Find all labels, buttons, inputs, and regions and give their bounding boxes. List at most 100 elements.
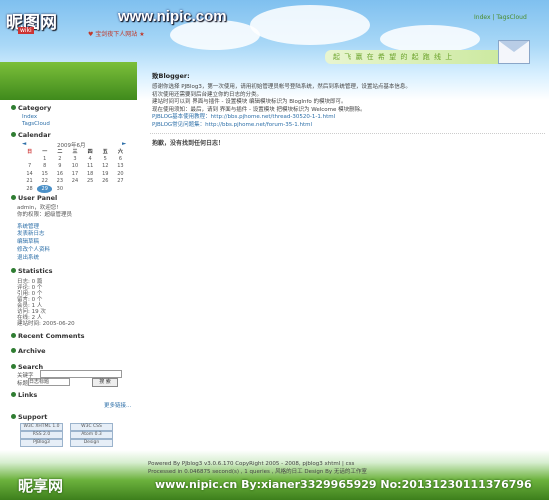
calendar-day[interactable]: 11 [83,163,98,171]
calendar-day [113,185,128,193]
support-badge-xhtml[interactable]: W3C XHTML 1.0 [20,423,63,431]
watermark-text: www.nipic.cn By:xianer3329965929 No:2013… [155,478,532,491]
calendar-day[interactable]: 8 [37,163,52,171]
calendar-day[interactable]: 5 [98,155,113,163]
links-more[interactable]: 更多链接... [104,401,131,409]
site-url: www.nipic.com [118,8,227,25]
support-title: Support [18,413,48,421]
calendar-prev-button[interactable]: ◄ [22,141,26,147]
calendar-day[interactable]: 9 [52,163,67,171]
calendar-day[interactable]: 3 [67,155,82,163]
calendar-day [98,185,113,193]
support-badge-design[interactable]: Design [70,439,113,447]
nav-index-link[interactable]: Index [474,14,491,21]
calendar-day [22,155,37,163]
calendar-day[interactable]: 15 [37,170,52,178]
sidebar: Category Index TagsCloud Calendar ◄ 2009… [0,100,137,450]
cloud-decoration [380,25,480,53]
calendar-day [83,185,98,193]
calendar-section-icon [11,132,16,137]
category-item-index[interactable]: Index [22,114,37,120]
watermark-logo: 昵享网 [18,477,64,495]
envelope-icon [498,40,530,64]
calendar-day[interactable]: 25 [83,178,98,186]
user-role: 你的权限：超级管理员 [17,212,73,218]
support-badge-css[interactable]: W3C CSS [70,423,113,431]
calendar-day [67,185,82,193]
calendar-day[interactable]: 29 [37,185,53,193]
footer [0,450,549,500]
search-section-icon [11,364,16,369]
calendar-day[interactable]: 19 [98,170,113,178]
links-title: Links [18,391,38,399]
calendar-weekday: 三 [72,149,78,155]
support-badge-atom[interactable]: Atom 0.3 [70,431,113,439]
search-input[interactable] [40,370,122,378]
stat-since: 建站时间: 2005-06-20 [17,321,75,327]
category-item-tagscloud[interactable]: TagsCloud [22,121,50,127]
calendar-day[interactable]: 16 [52,170,67,178]
links-section-icon [11,392,16,397]
support-section-icon [11,414,16,419]
nav-tagcloud-link[interactable]: TagsCloud [496,14,526,21]
site-logo-sub: wiki [18,27,34,34]
calendar-day[interactable]: 1 [37,155,52,163]
calendar-day[interactable]: 26 [98,178,113,186]
calendar-day[interactable]: 7 [22,163,37,171]
calendar-day[interactable]: 6 [113,155,128,163]
slogan-text: 起 飞 赢 在 希 望 的 起 跑 线 上 [333,53,454,61]
calendar-day[interactable]: 12 [98,163,113,171]
welcome-line: 建站时间可以到 界面与插件 - 设置模块 编辑模块标识为 BlogInfo 的模… [152,99,347,105]
calendar-day[interactable]: 23 [52,178,67,186]
calendar-grid: 日一二三四五六 1 2 3 4 5 6 7 8 9 10 11 12 13 14 15 16 17 18 19 20 21… [22,148,128,193]
user-link-profile[interactable]: 修改个人资料 [17,245,50,253]
calendar-title: Calendar [18,131,51,139]
cloud-decoration [250,5,370,45]
archive-title: Archive [18,347,46,355]
welcome-greeting: 致Blogger: [152,72,190,80]
calendar-day[interactable]: 2 [52,155,67,163]
calendar-day[interactable]: 30 [52,185,67,193]
calendar-day[interactable]: 28 [22,185,37,193]
recent-comments-title: Recent Comments [18,332,85,340]
calendar-day[interactable]: 20 [113,170,128,178]
category-title: Category [18,104,52,112]
welcome-line: 感谢你选择 PJBlog3，第一次使用，请用初始管理员帐号登陆系统，然后到系统管… [152,84,411,90]
calendar-day[interactable]: 10 [67,163,82,171]
calendar-weekday: 日 [27,149,33,155]
calendar-day[interactable]: 22 [37,178,52,186]
tutorial-link[interactable]: PJBLOG基本使用教程：http://bbs.pjhome.net/threa… [152,114,542,122]
support-badge-rss[interactable]: RSS 2.0 [20,431,63,439]
user-link-drafts[interactable]: 编辑草稿 [17,237,39,245]
user-link-new-post[interactable]: 发表新日志 [17,229,45,237]
calendar-day[interactable]: 17 [67,170,82,178]
search-scope-select[interactable]: 日志标题 [28,378,70,386]
content-divider [150,133,545,134]
calendar-day[interactable]: 24 [67,178,82,186]
faq-link[interactable]: PJBLOG常见问题集：http://bbs.pjhome.net/forum-… [152,122,542,130]
recent-comments-section-icon [11,333,16,338]
calendar-weekday: 一 [42,149,48,155]
calendar-day[interactable]: 18 [83,170,98,178]
calendar-day[interactable]: 14 [22,170,37,178]
user-panel-title: User Panel [18,194,58,202]
calendar-weekday: 五 [102,149,108,155]
search-button[interactable]: 搜 索 [92,378,118,387]
calendar-day[interactable]: 4 [83,155,98,163]
calendar-weekday: 四 [87,149,93,155]
statistics-section-icon [11,268,16,273]
welcome-line: 现在使用须知：最后，请到 界面与插件 - 设置模块 把模块标识为 Welcome… [152,106,366,113]
welcome-message: 致Blogger: 感谢你选择 PJBlog3，第一次使用，请用初始管理员帐号登… [152,70,542,129]
search-scope-title[interactable]: 标题 [17,379,28,387]
no-log-notice: 抱歉，没有找到任何日志！ [152,140,225,147]
user-link-logout[interactable]: 退出系统 [17,253,39,261]
calendar-day[interactable]: 27 [113,178,128,186]
welcome-line: 初次使用还需要到后台建立你的日志的分类。 [152,91,263,98]
footer-processed: Processed in 0.046875 second(s) , 1 quer… [148,469,367,475]
grass-decoration [0,62,137,100]
calendar-day[interactable]: 13 [113,163,128,171]
user-panel-section-icon [11,195,16,200]
calendar-next-button[interactable]: ► [122,141,126,147]
support-badge-pjblog[interactable]: PJBlog3 [20,439,63,447]
calendar-day[interactable]: 21 [22,178,37,186]
